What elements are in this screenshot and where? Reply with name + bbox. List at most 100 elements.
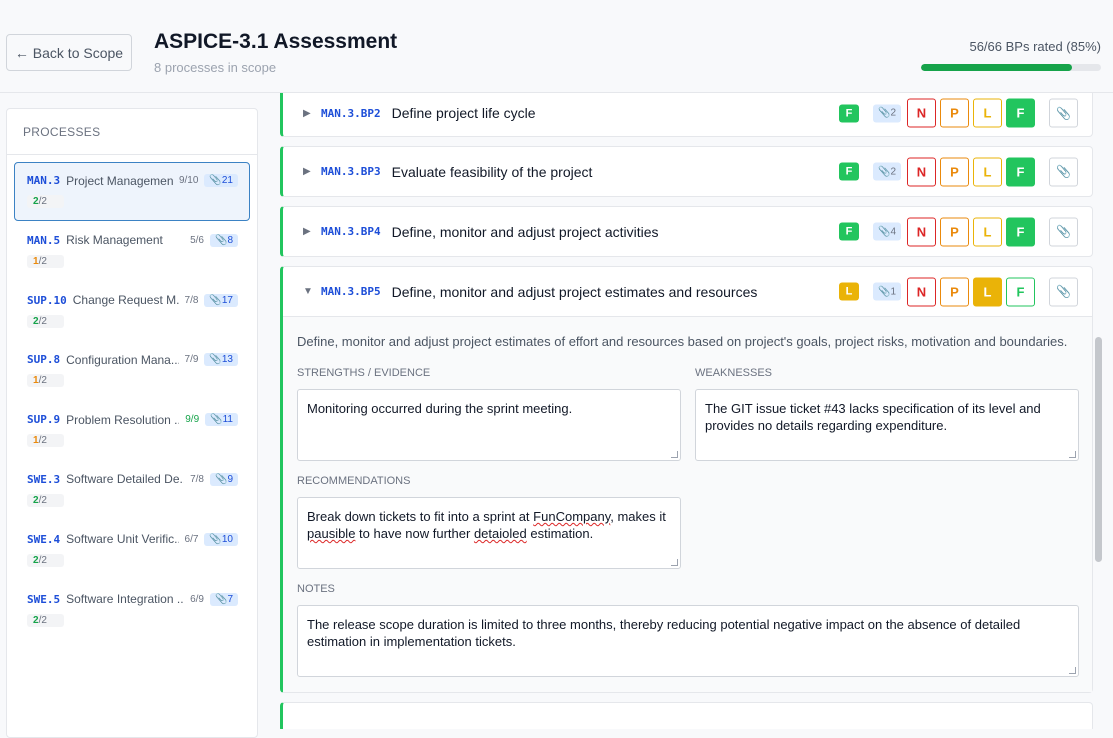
process-name: Software Unit Verific... [66,532,179,547]
paperclip-icon: 📎 [214,593,228,605]
capability-level-badge: 2/2 [27,613,64,627]
rating-button-P[interactable]: P [940,98,969,128]
rating-button-F[interactable]: F [1006,217,1035,246]
weaknesses-label: WEAKNESSES [695,367,773,379]
evidence-count-chip[interactable]: 📎 1 [872,282,901,301]
resize-handle-icon[interactable] [1069,667,1076,674]
base-practice-title: Define, monitor and adjust project estim… [391,283,758,300]
attach-evidence-button[interactable]: 📎 [1049,157,1078,186]
process-item[interactable]: MAN.5 Risk Management 5/6 📎8 1/2 [14,222,250,281]
evidence-count: 1 [890,286,896,297]
process-evidence-count: 📎9 [209,472,238,486]
process-name: Risk Management [66,233,163,248]
rating-button-L[interactable]: L [973,277,1002,306]
current-rating-badge: F [838,222,859,241]
evidence-count-chip[interactable]: 📎 4 [872,222,901,241]
base-practice-header[interactable]: ▶ MAN.3.BP4 Define, monitor and adjust p… [283,207,1092,256]
rating-button-N[interactable]: N [907,98,936,128]
recommendations-textarea[interactable]: Break down tickets to fit into a sprint … [297,497,681,569]
process-item[interactable]: MAN.3 Project Management 9/10 📎21 2/2 [14,162,250,221]
rating-button-F[interactable]: F [1006,277,1035,306]
base-practice-title: Define, monitor and adjust project activ… [391,223,659,240]
process-code: MAN.3 [27,174,61,187]
rating-button-P[interactable]: P [940,217,969,246]
paperclip-icon: 📎 [209,354,222,366]
weaknesses-field: WEAKNESSES The GIT issue ticket #43 lack… [695,367,1079,461]
base-practice-details: Define, monitor and adjust project estim… [283,316,1092,692]
process-item[interactable]: SWE.5 Software Integration ... 6/9 📎7 2/… [14,581,250,640]
process-item[interactable]: SUP.8 Configuration Mana... 7/9 📎13 1/2 [14,341,250,400]
attach-evidence-button[interactable]: 📎 [1049,277,1078,306]
process-code: SWE.5 [27,592,61,606]
rating-button-P[interactable]: P [940,277,969,306]
paperclip-icon: 📎 [877,286,891,297]
recommendations-text-part: Break down tickets to fit into a sprint … [307,509,534,524]
capability-level-target: /2 [38,315,47,327]
rating-button-L[interactable]: L [973,217,1002,246]
resize-handle-icon[interactable] [1069,451,1076,458]
rating-button-N[interactable]: N [907,157,936,186]
evidence-count-chip[interactable]: 📎 2 [872,162,901,181]
capability-level-badge: 2/2 [27,195,64,208]
resize-handle-icon[interactable] [671,559,678,566]
process-list: MAN.3 Project Management 9/10 📎21 2/2 MA… [7,155,257,640]
process-evidence-count: 📎13 [204,353,238,367]
collapse-caret-icon[interactable]: ▼ [303,286,321,297]
paperclip-icon: 📎 [209,294,222,306]
evidence-count: 2 [890,166,896,177]
base-practice-header[interactable]: ▶ MAN.3.BP2 Define project life cycle F … [283,93,1092,136]
base-practice-header[interactable]: ▶ MAN.3.BP3 Evaluate feasibility of the … [283,147,1092,196]
attach-evidence-button[interactable]: 📎 [1049,98,1078,128]
weaknesses-textarea[interactable]: The GIT issue ticket #43 lacks specifica… [695,389,1079,461]
process-item[interactable]: SWE.4 Software Unit Verific... 6/7 📎10 2… [14,521,250,580]
paperclip-icon: 📎 [210,414,223,426]
expand-caret-icon[interactable]: ▶ [303,166,321,177]
process-evidence-number: 11 [222,414,233,426]
process-item[interactable]: SUP.10 Change Request M... 7/8 📎17 2/2 [14,282,250,341]
rating-button-P[interactable]: P [940,157,969,186]
header: ← Back to Scope ASPICE-3.1 Assessment 8 … [0,0,1113,93]
rating-button-F[interactable]: F [1006,98,1035,128]
resize-handle-icon[interactable] [671,451,678,458]
process-name: Software Detailed De... [66,472,185,487]
rating-button-L[interactable]: L [973,98,1002,128]
page-title: ASPICE-3.1 Assessment [154,30,398,53]
rating-button-L[interactable]: L [973,157,1002,186]
process-name: Configuration Mana... [66,352,179,367]
process-code: SWE.3 [27,472,61,486]
process-evidence-count: 📎11 [205,413,238,427]
process-code: SUP.9 [27,413,61,427]
process-item[interactable]: SUP.9 Problem Resolution ... 9/9 📎11 1/2 [14,401,250,460]
base-practice-header[interactable]: ▼ MAN.3.BP5 Define, monitor and adjust p… [283,267,1092,316]
rating-button-N[interactable]: N [907,277,936,306]
expand-caret-icon[interactable]: ▶ [303,226,321,237]
paperclip-icon: 📎 [214,473,228,485]
paperclip-icon: 📎 [1056,284,1071,299]
base-practice-code: MAN.3.BP3 [321,165,381,178]
process-name: Problem Resolution ... [66,412,180,427]
rating-button-N[interactable]: N [907,217,936,246]
notes-textarea[interactable]: The release scope duration is limited to… [297,605,1079,677]
expand-caret-icon[interactable]: ▶ [303,108,321,119]
recommendations-field: RECOMMENDATIONS Break down tickets to fi… [297,475,681,569]
evidence-count-chip[interactable]: 📎 2 [872,104,901,122]
process-name: Software Integration ... [66,592,185,607]
base-practice-code: MAN.3.BP5 [321,285,381,298]
evidence-count: 4 [890,226,896,237]
main-scrollbar[interactable] [1095,337,1102,562]
rating-button-F[interactable]: F [1006,157,1035,186]
process-item[interactable]: SWE.3 Software Detailed De... 7/8 📎9 2/2 [14,461,250,520]
paperclip-icon: 📎 [877,226,891,237]
attach-evidence-button[interactable]: 📎 [1049,217,1078,246]
notes-text: The release scope duration is limited to… [307,617,1021,649]
process-rated-count: 9/10 [178,175,199,186]
recommendations-label: RECOMMENDATIONS [297,475,411,487]
paperclip-icon: 📎 [209,533,222,545]
capability-level-target: /2 [38,255,47,267]
strengths-textarea[interactable]: Monitoring occurred during the sprint me… [297,389,681,461]
base-practice-title: Define project life cycle [391,105,536,121]
paperclip-icon: 📎 [1056,106,1071,120]
process-evidence-count: 📎8 [209,233,238,247]
back-to-scope-button[interactable]: ← Back to Scope [6,34,132,71]
notes-field: NOTES The release scope duration is limi… [297,583,1079,677]
